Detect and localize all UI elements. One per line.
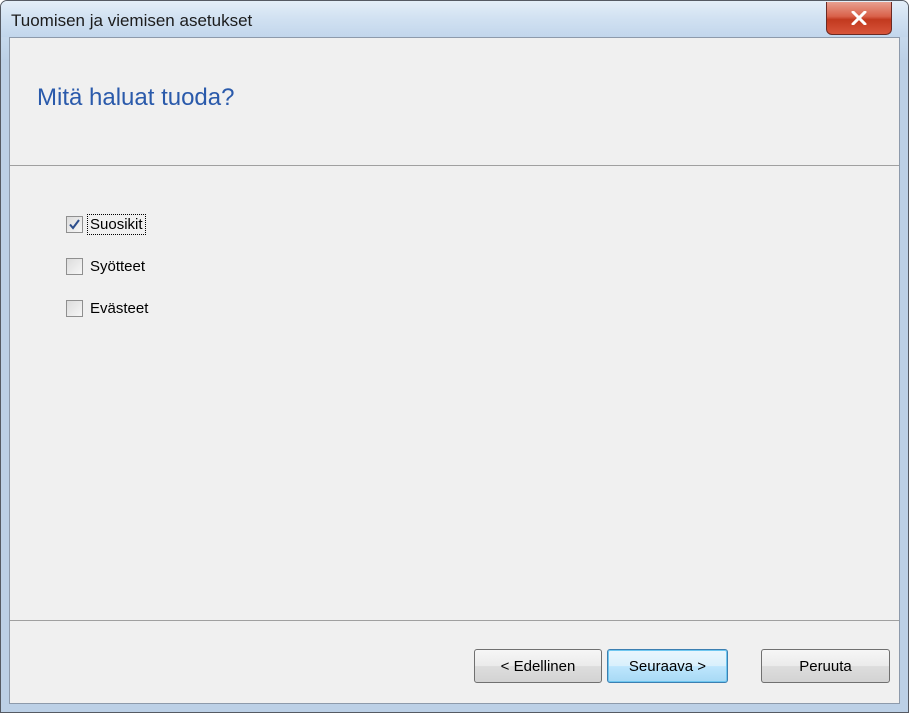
option-favorites[interactable]: Suosikit bbox=[66, 210, 150, 238]
back-button[interactable]: < Edellinen bbox=[474, 649, 602, 683]
header-panel: Mitä haluat tuoda? bbox=[10, 38, 899, 166]
cookies-checkbox[interactable] bbox=[66, 299, 83, 317]
page-title: Mitä haluat tuoda? bbox=[37, 84, 235, 111]
import-options-list: Suosikit Syötteet Evästeet bbox=[66, 210, 150, 336]
feeds-label: Syötteet bbox=[90, 257, 146, 275]
next-button[interactable]: Seuraava > bbox=[607, 649, 728, 683]
check-icon bbox=[69, 218, 80, 230]
dialog-window: Tuomisen ja viemisen asetukset Mitä halu… bbox=[0, 0, 909, 713]
cancel-button[interactable]: Peruuta bbox=[761, 649, 890, 683]
favorites-label: Suosikit bbox=[87, 213, 146, 235]
feeds-checkbox[interactable] bbox=[66, 257, 83, 275]
option-feeds[interactable]: Syötteet bbox=[66, 252, 150, 280]
close-icon bbox=[851, 11, 867, 25]
title-bar[interactable]: Tuomisen ja viemisen asetukset bbox=[1, 1, 908, 37]
cookies-label: Evästeet bbox=[90, 299, 149, 317]
close-button[interactable] bbox=[826, 2, 892, 35]
window-title: Tuomisen ja viemisen asetukset bbox=[11, 11, 253, 30]
dialog-client-area: Mitä haluat tuoda? Suosikit Syötteet Evä… bbox=[9, 37, 900, 704]
option-cookies[interactable]: Evästeet bbox=[66, 294, 150, 322]
favorites-checkbox[interactable] bbox=[66, 215, 83, 233]
footer-divider bbox=[10, 620, 899, 621]
